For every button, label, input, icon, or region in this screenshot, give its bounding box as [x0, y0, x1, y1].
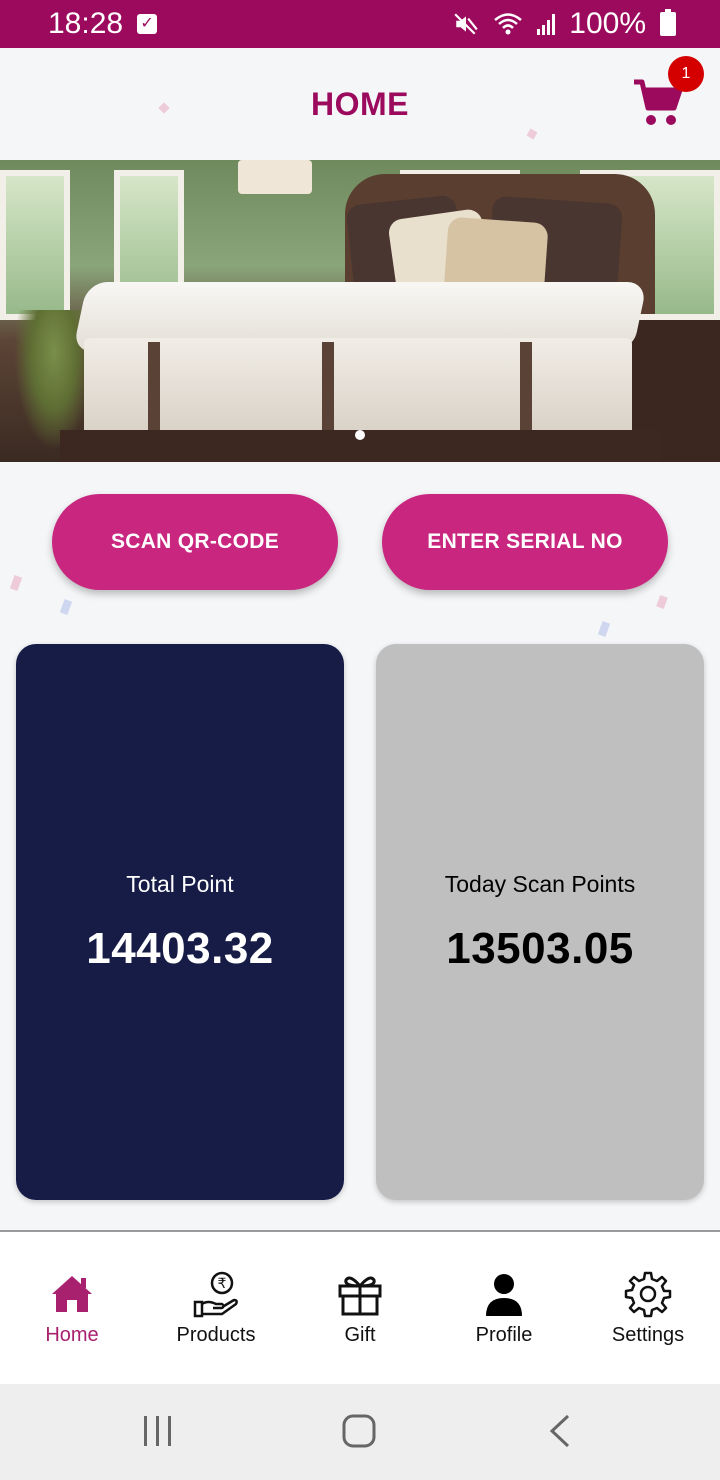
nav-item-products[interactable]: ₹ Products	[144, 1270, 288, 1347]
scan-qr-code-button[interactable]: SCAN QR-CODE	[52, 494, 338, 590]
banner-mattress-band	[322, 342, 334, 438]
notification-check-icon: ✓	[137, 14, 158, 34]
carousel-indicator-dot[interactable]	[355, 430, 365, 440]
recent-apps-icon[interactable]	[142, 1414, 174, 1448]
today-scan-points-card: Today Scan Points 13503.05	[376, 644, 704, 1200]
person-icon	[486, 1273, 522, 1316]
nav-label-gift: Gift	[344, 1323, 376, 1346]
nav-item-gift[interactable]: Gift	[288, 1270, 432, 1347]
status-bar: 18:28 ✓ 100%	[0, 0, 720, 48]
nav-item-settings[interactable]: Settings	[576, 1270, 720, 1347]
enter-serial-no-button[interactable]: ENTER SERIAL NO	[382, 494, 668, 590]
rupee-hand-icon: ₹	[193, 1271, 238, 1317]
home-system-icon[interactable]	[342, 1414, 376, 1448]
bottom-nav: Home ₹ Products Gift Profile Settings	[0, 1230, 720, 1384]
cart-badge: 1	[668, 56, 704, 92]
banner-mattress-band	[148, 342, 160, 438]
gear-icon	[624, 1271, 672, 1317]
mute-icon	[454, 13, 478, 35]
status-left: 18:28 ✓	[48, 7, 158, 41]
banner-carousel[interactable]	[0, 160, 720, 462]
banner-mattress-band	[520, 342, 532, 438]
home-icon	[52, 1275, 92, 1312]
nav-label-products: Products	[176, 1323, 256, 1346]
nav-item-home[interactable]: Home	[0, 1270, 144, 1347]
today-scan-points-label: Today Scan Points	[444, 870, 636, 897]
back-icon[interactable]	[548, 1414, 572, 1448]
status-time: 18:28	[48, 7, 124, 40]
system-nav-bar	[0, 1384, 720, 1480]
gift-icon	[338, 1276, 382, 1315]
banner-mattress-side	[84, 338, 632, 438]
svg-text:₹: ₹	[218, 1276, 227, 1292]
total-point-card: Total Point 14403.32	[16, 644, 344, 1200]
app-header: HOME 1	[0, 48, 720, 160]
banner-lamp	[238, 160, 312, 194]
signal-icon	[537, 13, 556, 35]
total-point-label: Total Point	[126, 870, 234, 897]
banner-window	[0, 170, 70, 320]
confetti-decoration	[9, 575, 23, 591]
cart-button[interactable]: 1	[632, 56, 704, 128]
wifi-icon	[494, 13, 523, 35]
today-scan-points-value: 13503.05	[446, 923, 634, 973]
confetti-decoration	[656, 594, 668, 610]
confetti-decoration	[59, 599, 73, 615]
total-point-value: 14403.32	[86, 923, 274, 973]
confetti-decoration	[597, 621, 611, 637]
nav-label-settings: Settings	[611, 1323, 685, 1346]
page-title: HOME	[311, 85, 409, 122]
status-right: 100%	[453, 7, 676, 41]
nav-label-home: Home	[45, 1323, 99, 1346]
nav-label-profile: Profile	[475, 1323, 533, 1346]
battery-percent: 100%	[569, 7, 646, 40]
nav-item-profile[interactable]: Profile	[432, 1270, 576, 1347]
battery-icon	[660, 9, 676, 36]
